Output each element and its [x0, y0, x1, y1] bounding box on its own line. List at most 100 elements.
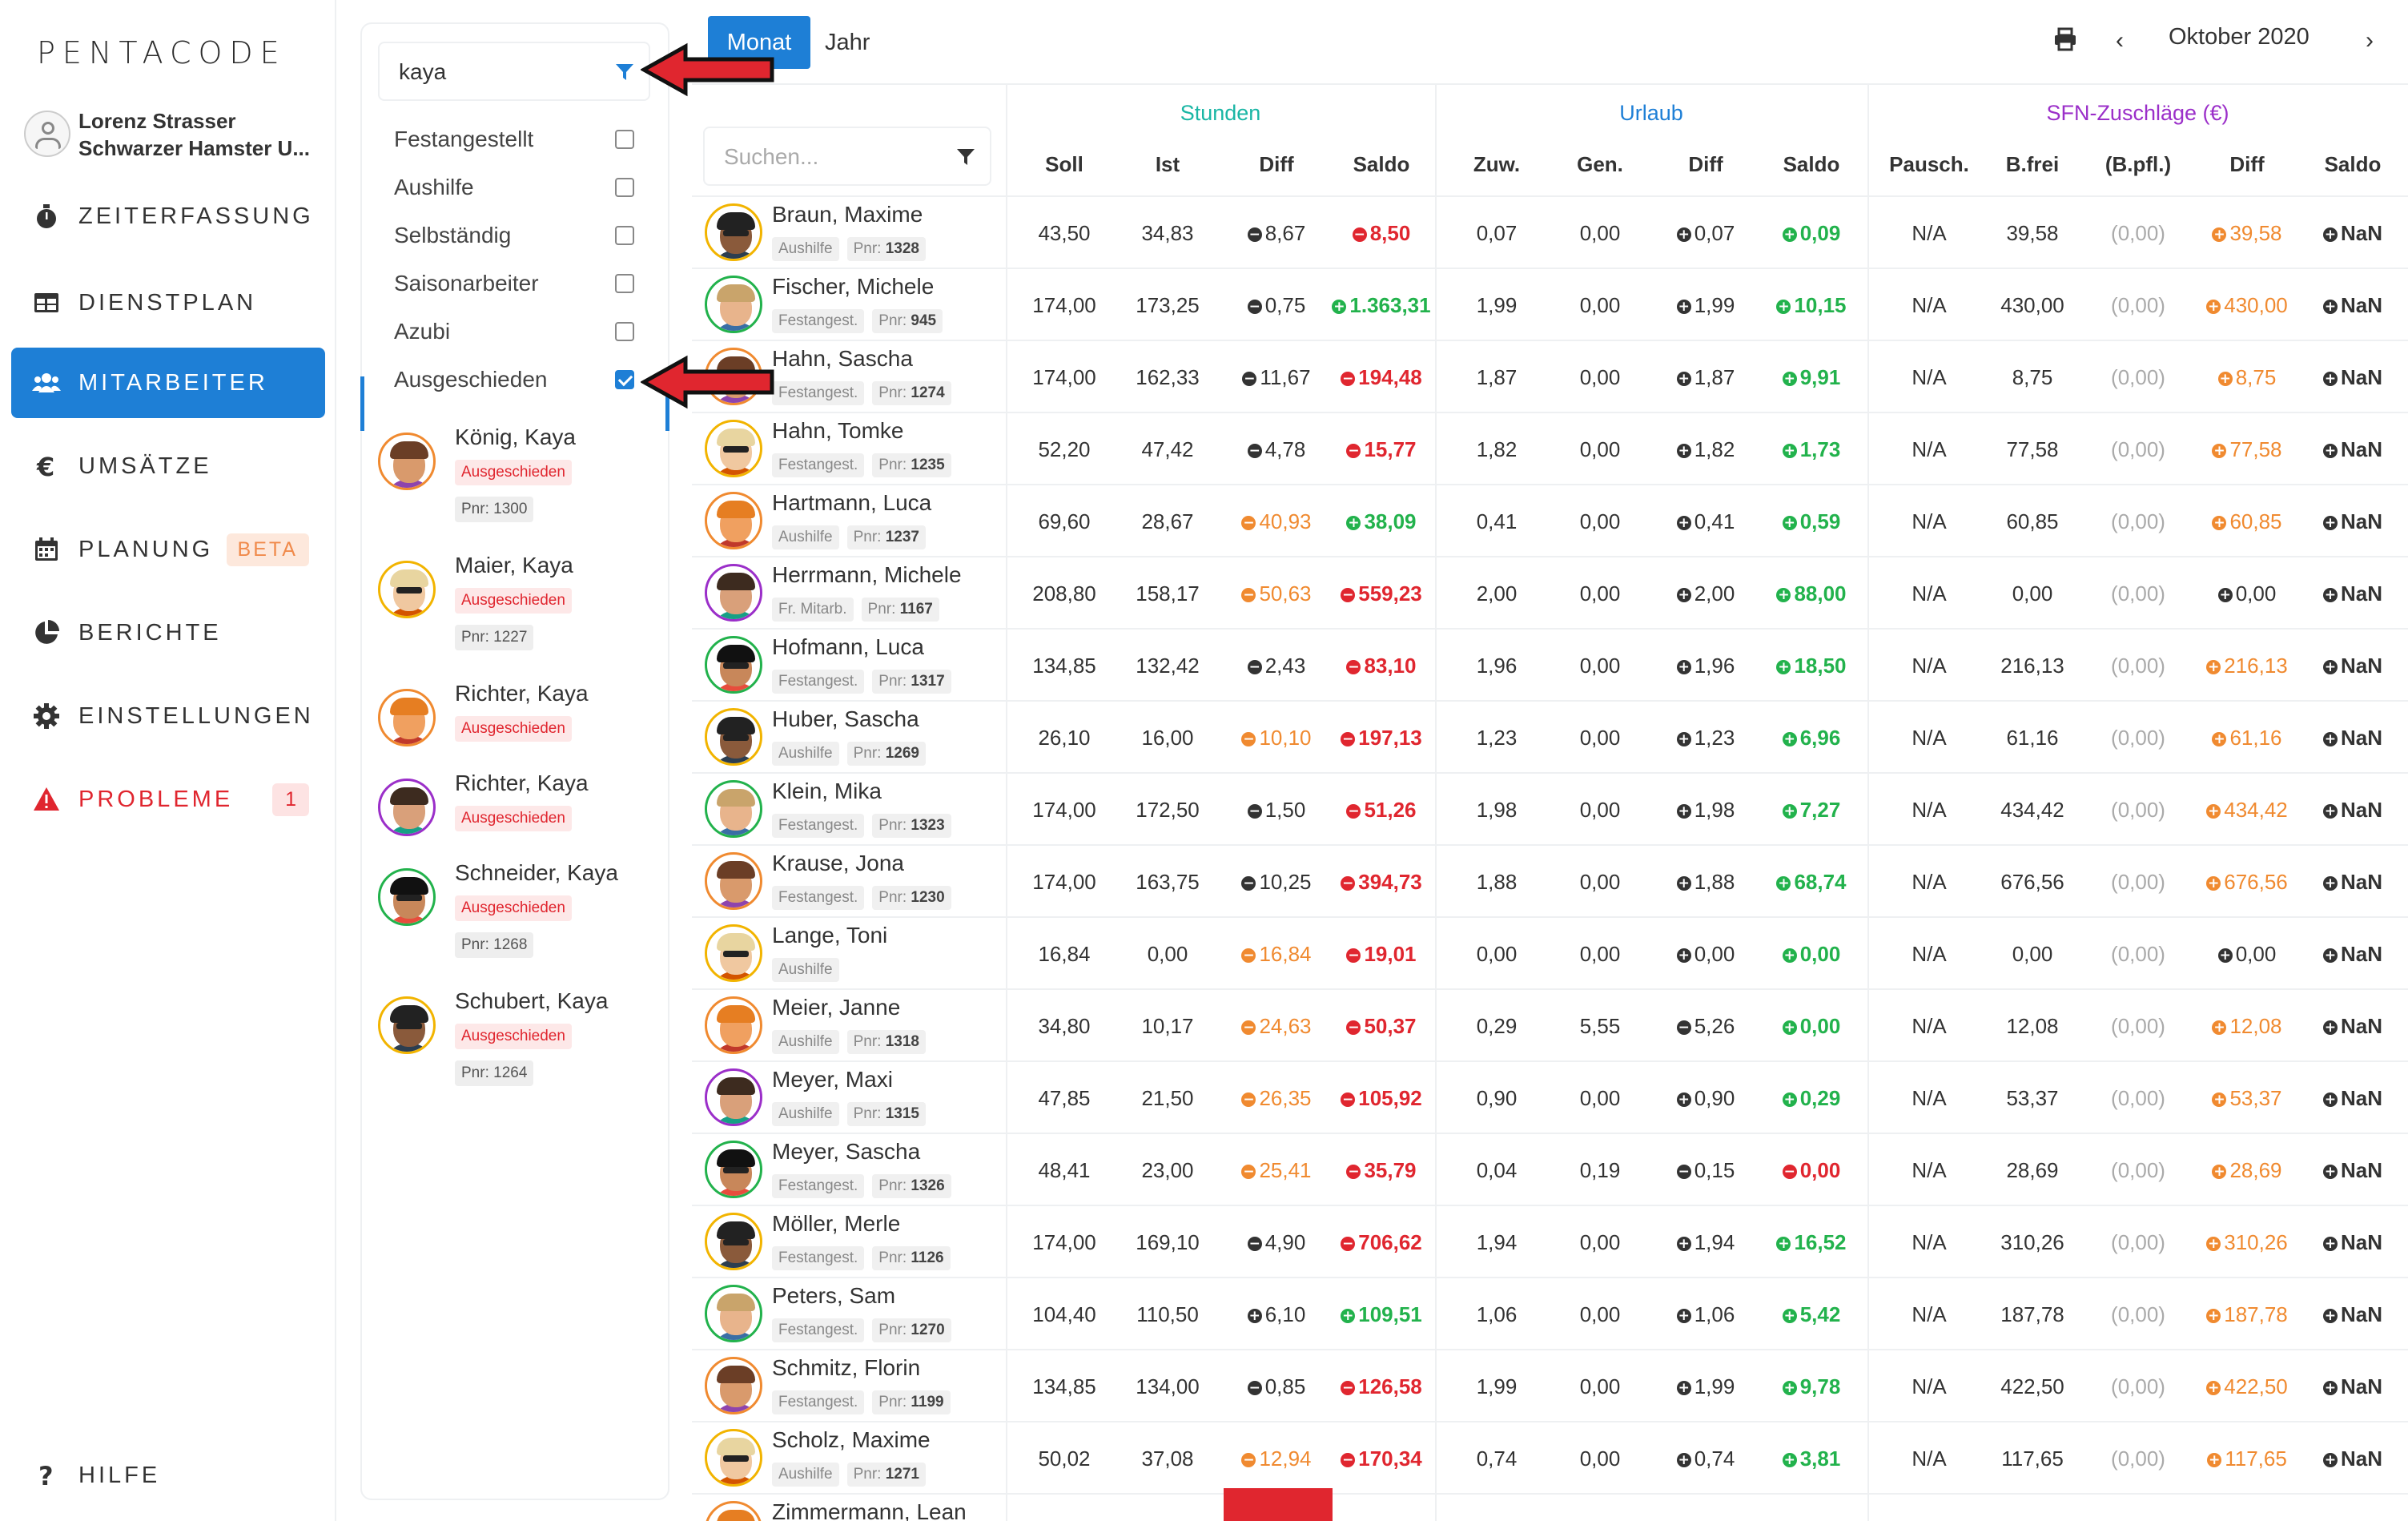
table-row[interactable]: Lange, Toni Aushilfe16,840,0016,8419,010… [692, 918, 2408, 990]
plus-circle-icon [1776, 660, 1791, 674]
column-header[interactable]: B.frei [1980, 152, 2084, 177]
table-row[interactable]: Scholz, Maxime Aushilfe Pnr: 1271 50,02 37,… [692, 1422, 2408, 1495]
table-row[interactable]: Herrmann, Michele Fr. Mitarb. Pnr: 1167 20… [692, 557, 2408, 630]
checkbox[interactable] [615, 178, 634, 197]
column-header[interactable]: Soll [1012, 152, 1116, 177]
filter-option-aushilfe[interactable]: Aushilfe [394, 171, 634, 203]
table-row[interactable]: Peters, Sam Festangest. Pnr: 1270 104,40 11… [692, 1278, 2408, 1350]
nav-umsaetze[interactable]: € UMSÄTZE [11, 431, 325, 501]
nav-probleme[interactable]: PROBLEME 1 [11, 764, 325, 835]
value-cell: N/A [1912, 365, 1947, 389]
employee-name: Hahn, Tomke [772, 418, 904, 443]
checkbox[interactable] [615, 226, 634, 245]
value-cell: 47,42 [1141, 437, 1194, 461]
column-header[interactable]: Zuw. [1445, 152, 1549, 177]
table-row[interactable]: Hahn, Sascha Festangest. Pnr: 1274 174,00 1… [692, 341, 2408, 413]
employee-name: Möller, Merle [772, 1211, 901, 1236]
nav-berichte[interactable]: BERICHTE [11, 598, 325, 668]
column-header[interactable]: Gen. [1548, 152, 1652, 177]
column-header[interactable]: (B.pfl.) [2086, 152, 2190, 177]
minus-circle-icon [1341, 1092, 1356, 1107]
minus-circle-icon [1241, 516, 1256, 530]
table-row[interactable]: Krause, Jona Festangest. Pnr: 1230 174,00 1… [692, 846, 2408, 918]
column-header[interactable]: Diff [1654, 152, 1758, 177]
nav-dienstplan[interactable]: DIENSTPLAN [11, 268, 325, 338]
employee-avatar [378, 779, 436, 836]
filter-option-festangestellt[interactable]: Festangestellt [394, 123, 634, 155]
value-cell: 1,99 [1476, 1374, 1518, 1398]
table-row[interactable]: Fischer, Michele Festangest. Pnr: 945 174,… [692, 269, 2408, 341]
personnel-number-tag: Pnr: 1235 [872, 453, 951, 477]
filter-icon[interactable] [956, 147, 975, 167]
checkbox[interactable] [615, 130, 634, 149]
user-profile[interactable]: Lorenz Strasser Schwarzer Hamster U... [24, 106, 328, 163]
value-cell: 34,80 [1038, 1014, 1091, 1038]
nav-hilfe[interactable]: ? HILFE [11, 1440, 325, 1511]
personnel-number-tag: Pnr: 1315 [846, 1102, 927, 1126]
plus-circle-icon [1782, 804, 1797, 819]
table-search-input[interactable]: Suchen... [703, 127, 991, 186]
nav-planung[interactable]: PLANUNG BETA [11, 514, 325, 585]
minus-circle-icon [1341, 1381, 1356, 1395]
filter-icon[interactable] [615, 62, 634, 82]
table-row[interactable]: Hartmann, Luca Aushilfe Pnr: 1237 69,60 28,… [692, 485, 2408, 557]
filter-option-azubi[interactable]: Azubi [394, 316, 634, 348]
table-row[interactable]: Hofmann, Luca Festangest. Pnr: 1317 134,85… [692, 630, 2408, 702]
column-header[interactable]: Saldo [1759, 152, 1863, 177]
employment-type-tag: Festangest. [772, 453, 865, 477]
table-row[interactable]: Huber, Sascha Aushilfe Pnr: 1269 26,10 16,0… [692, 702, 2408, 774]
table-row[interactable]: Braun, Maxime Aushilfe Pnr: 1328 43,50 34,8… [692, 197, 2408, 269]
table-row[interactable]: Hahn, Tomke Festangest. Pnr: 1235 52,20 47,… [692, 413, 2408, 485]
column-header[interactable]: Ist [1116, 152, 1220, 177]
plus-circle-icon [1676, 732, 1691, 746]
employee-search-input[interactable]: kaya [378, 42, 650, 101]
employment-type-tag: Aushilfe [772, 1463, 839, 1487]
table-row[interactable]: Klein, Mika Festangest. Pnr: 1323 174,00 17… [692, 774, 2408, 846]
value-cell: 83,10 [1329, 654, 1433, 678]
column-header[interactable]: Diff [1224, 152, 1329, 177]
value-cell: 26,35 [1224, 1086, 1329, 1111]
table-row[interactable]: Meier, Janne Aushilfe Pnr: 1318 34,80 10,17… [692, 990, 2408, 1062]
column-header[interactable]: Saldo [2301, 152, 2405, 177]
checkbox[interactable] [615, 322, 634, 341]
checkbox[interactable] [615, 274, 634, 293]
value-cell: 310,26 [2195, 1230, 2299, 1255]
employment-type-tag: Aushilfe [772, 525, 839, 549]
minus-circle-icon [1241, 948, 1256, 963]
filter-option-saisonarbeiter[interactable]: Saisonarbeiter [394, 268, 634, 300]
filter-option-selbstaendig[interactable]: Selbständig [394, 219, 634, 251]
value-cell: NaN [2301, 798, 2405, 823]
value-cell: 0,00 [1579, 942, 1621, 966]
plus-circle-icon [1676, 948, 1691, 963]
plus-circle-icon [1676, 1237, 1691, 1251]
value-cell: 0,00 [1759, 1158, 1863, 1183]
column-header[interactable]: Pausch. [1877, 152, 1981, 177]
table-row[interactable]: Schmitz, Florin Festangest. Pnr: 1199 134,… [692, 1350, 2408, 1422]
personnel-number: Pnr: 1227 [455, 625, 534, 650]
nav-mitarbeiter[interactable]: MITARBEITER [11, 348, 325, 418]
filter-option-ausgeschieden[interactable]: Ausgeschieden [394, 364, 634, 396]
table-row[interactable]: Möller, Merle Festangest. Pnr: 1126 174,00… [692, 1206, 2408, 1278]
value-cell: N/A [1912, 293, 1947, 317]
beta-badge: BETA [226, 533, 309, 566]
plus-circle-icon [2322, 660, 2338, 674]
table-row[interactable]: Meyer, Sascha Festangest. Pnr: 1326 48,41 2… [692, 1134, 2408, 1206]
next-month-button[interactable]: › [2366, 27, 2374, 54]
nav-einstellungen[interactable]: EINSTELLUNGEN [11, 681, 325, 751]
print-icon[interactable] [2053, 27, 2077, 51]
personnel-number-tag: Pnr: 1237 [846, 525, 927, 549]
column-header[interactable]: Saldo [1329, 152, 1433, 177]
tab-year[interactable]: Jahr [825, 16, 870, 69]
column-header[interactable]: Diff [2195, 152, 2299, 177]
personnel-number-tag: Pnr: 1271 [846, 1463, 927, 1487]
plus-circle-icon [1676, 804, 1691, 819]
checkbox-checked[interactable] [615, 370, 634, 389]
value-cell: (0,00) [2111, 1230, 2165, 1254]
plus-circle-icon [2206, 804, 2221, 819]
plus-circle-icon [2206, 876, 2221, 891]
app-logo[interactable]: PENTACODE [37, 35, 287, 70]
table-row[interactable]: Zimmermann, Lean [692, 1495, 2408, 1521]
prev-month-button[interactable]: ‹ [2116, 27, 2124, 54]
nav-zeiterfassung[interactable]: ZEITERFASSUNG [11, 181, 325, 251]
table-row[interactable]: Meyer, Maxi Aushilfe Pnr: 1315 47,85 21,50 2… [692, 1062, 2408, 1134]
